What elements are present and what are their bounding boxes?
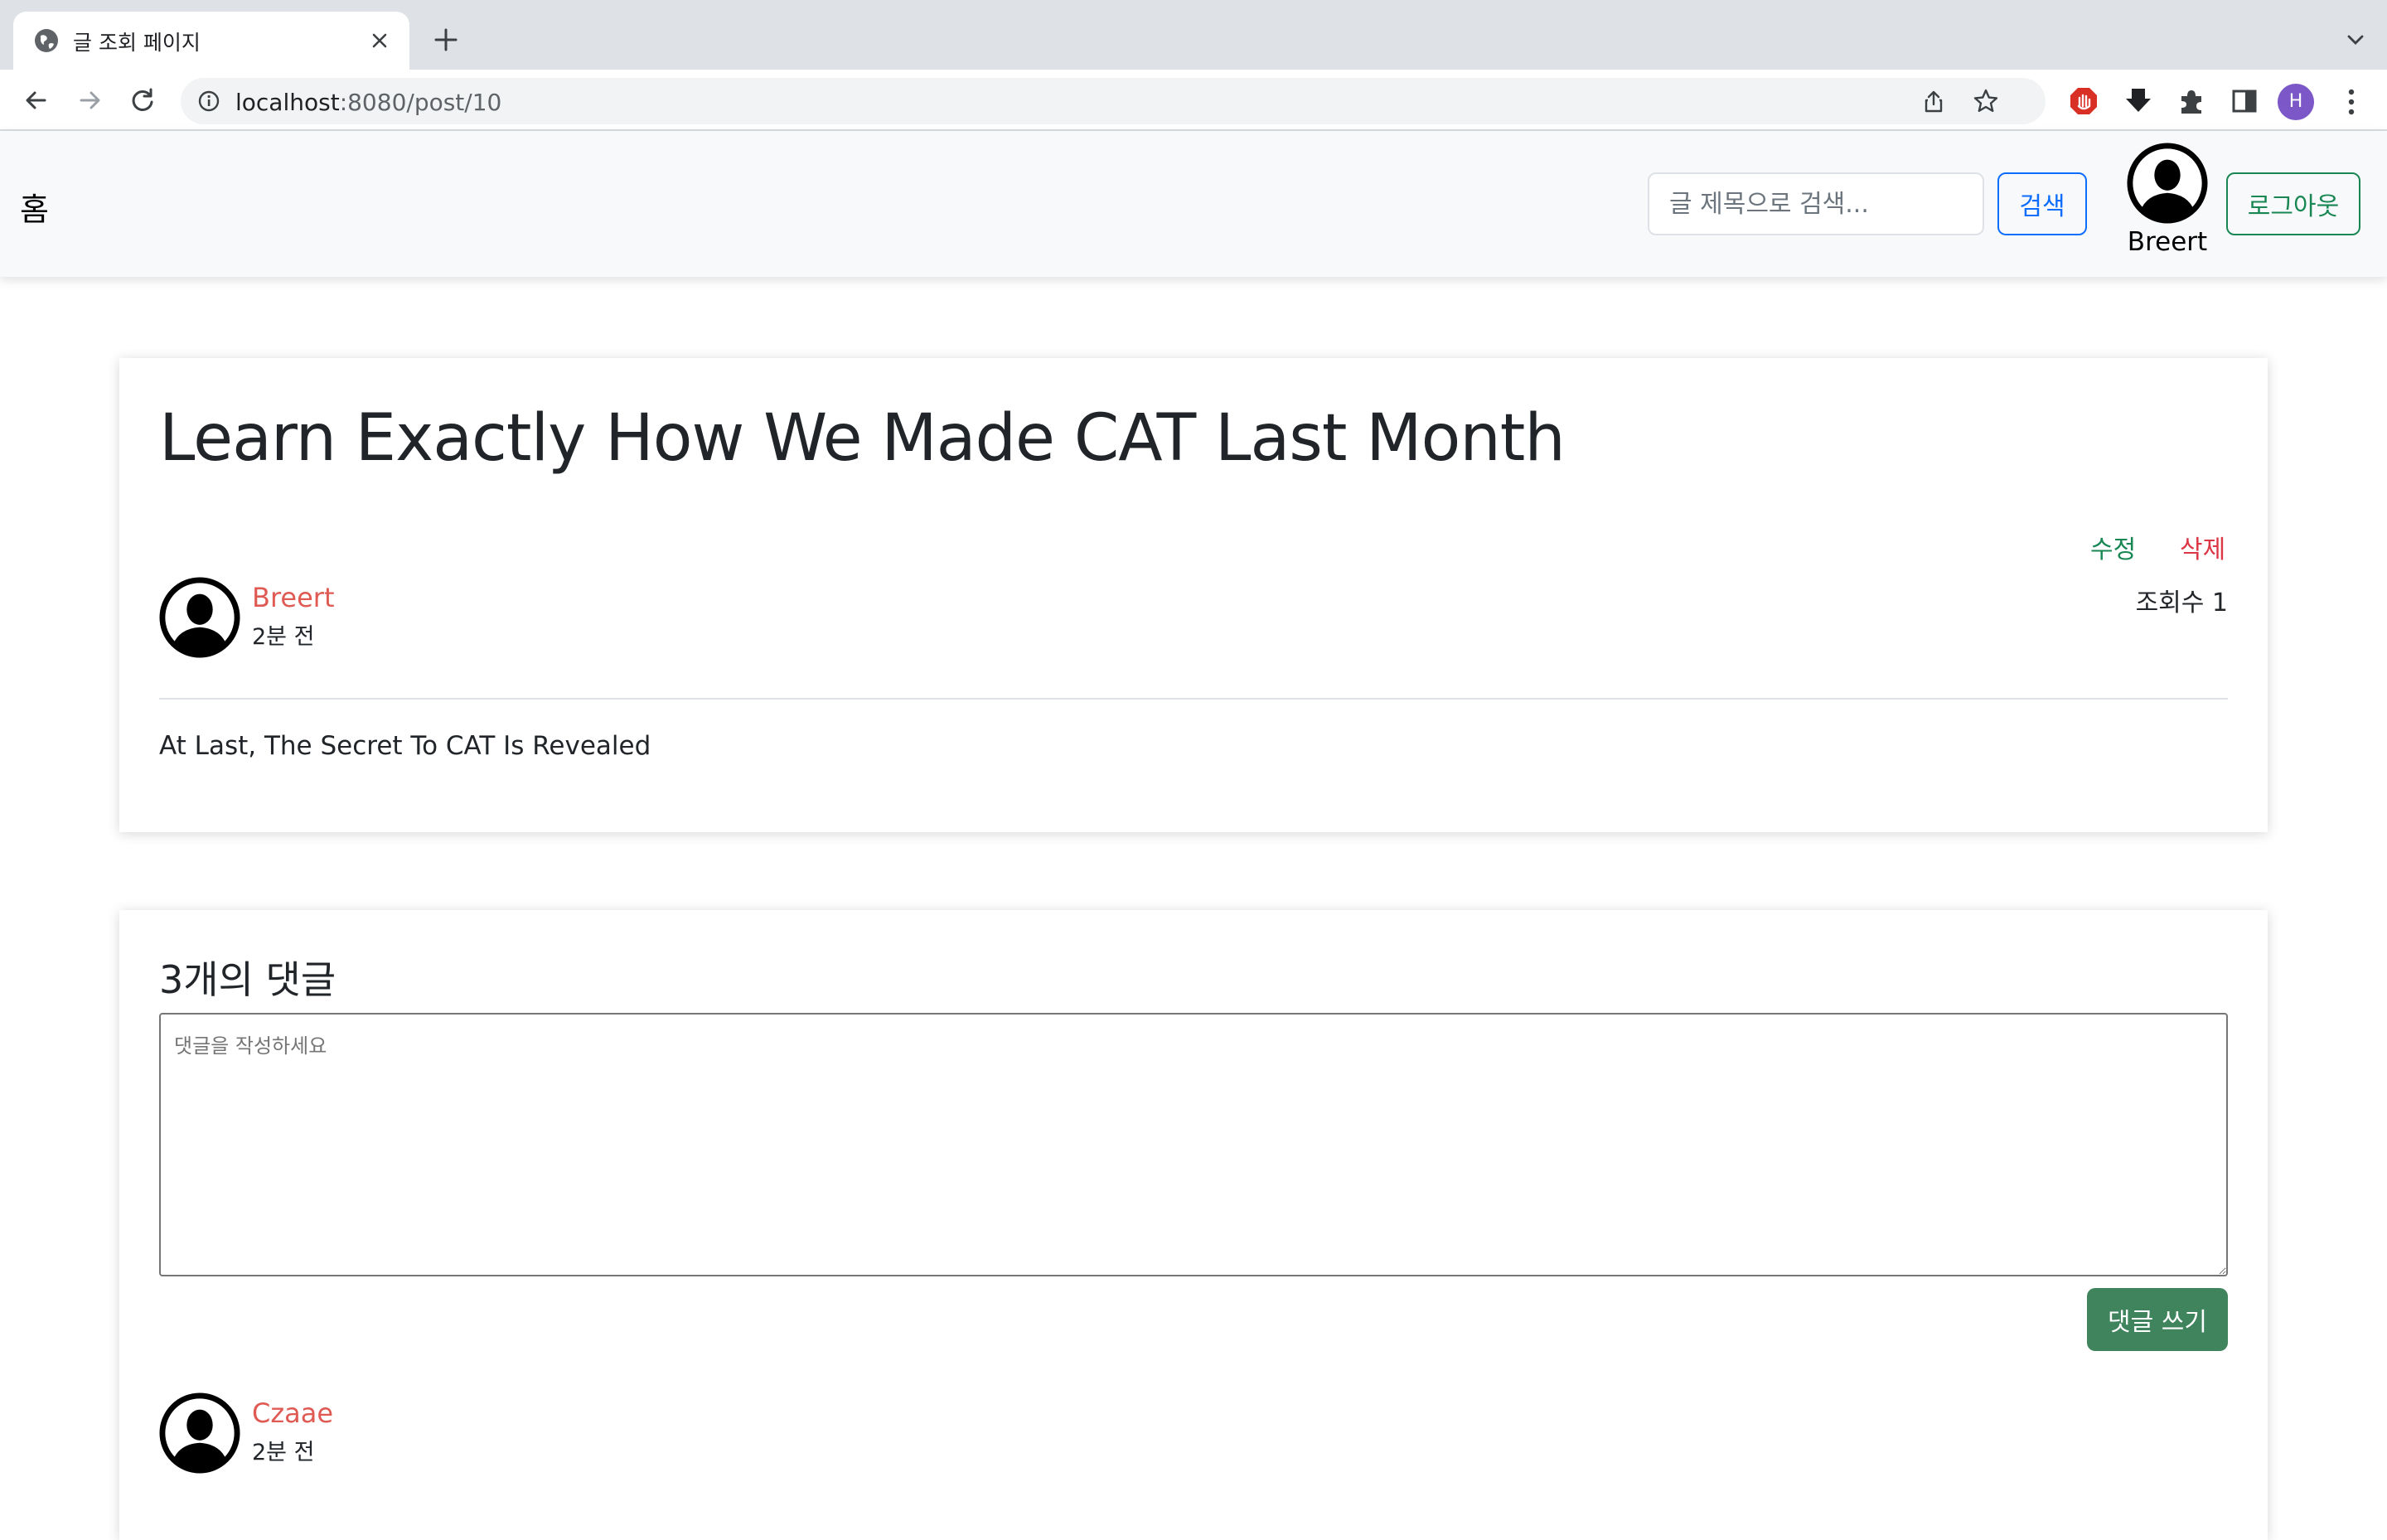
forward-arrow-icon[interactable] [73, 84, 106, 117]
back-arrow-icon[interactable] [20, 84, 53, 117]
divider [159, 698, 2228, 700]
url-text: localhost:8080/post/10 [235, 89, 501, 116]
url-path: :8080/post/10 [339, 89, 502, 116]
new-tab-icon[interactable] [431, 25, 461, 55]
browser-tabstrip: 글 조회 페이지 [0, 0, 2387, 70]
site-navbar: 홈 검색 Breert 로그아웃 [0, 131, 2387, 277]
comment-time: 2분 전 [252, 1440, 315, 1465]
tab-title: 글 조회 페이지 [73, 31, 201, 55]
nav-username: Breert [2127, 227, 2208, 257]
profile-avatar[interactable]: H [2278, 84, 2314, 120]
comment-card: 3개의 댓글 댓글 쓰기 Czaae 2분 전 [119, 910, 2268, 1540]
share-icon[interactable] [1921, 89, 1946, 114]
adblock-extension-icon[interactable] [2069, 86, 2099, 116]
view-count: 조회수 1 [2135, 588, 2228, 617]
bookmark-star-icon[interactable] [1973, 88, 1999, 114]
globe-icon [35, 29, 58, 52]
post-body: At Last, The Secret To CAT Is Revealed [159, 731, 651, 761]
home-link[interactable]: 홈 [20, 184, 49, 230]
info-icon[interactable] [197, 90, 220, 113]
close-icon[interactable] [368, 29, 391, 52]
edit-link[interactable]: 수정 [2090, 529, 2136, 565]
browser-tab[interactable]: 글 조회 페이지 [13, 12, 409, 70]
comment-submit-button[interactable]: 댓글 쓰기 [2087, 1288, 2228, 1351]
author-avatar-icon [159, 577, 240, 658]
post-time: 2분 전 [252, 624, 315, 650]
reload-icon[interactable] [126, 84, 159, 117]
chevron-down-icon[interactable] [2344, 28, 2367, 51]
download-extension-icon[interactable] [2123, 86, 2153, 116]
comment-textarea[interactable] [159, 1013, 2228, 1276]
address-bar[interactable]: localhost:8080/post/10 [181, 78, 2046, 124]
comment-avatar-icon [159, 1392, 240, 1474]
user-avatar-icon[interactable] [2127, 143, 2208, 224]
browser-toolbar: localhost:8080/post/10 H [0, 70, 2387, 131]
url-host: localhost [235, 89, 340, 116]
comment-author-link[interactable]: Czaae [252, 1397, 333, 1429]
more-vert-icon[interactable] [2339, 85, 2364, 119]
side-panel-icon[interactable] [2230, 86, 2259, 116]
post-card: Learn Exactly How We Made CAT Last Month… [119, 358, 2268, 832]
search-button[interactable]: 검색 [1997, 172, 2087, 235]
post-title: Learn Exactly How We Made CAT Last Month [159, 401, 1566, 476]
puzzle-extensions-icon[interactable] [2176, 86, 2206, 116]
post-author-link[interactable]: Breert [252, 582, 334, 613]
logout-button[interactable]: 로그아웃 [2226, 172, 2360, 235]
delete-link[interactable]: 삭제 [2180, 529, 2225, 565]
search-input[interactable] [1648, 172, 1984, 235]
comment-count-heading: 3개의 댓글 [159, 957, 337, 1002]
